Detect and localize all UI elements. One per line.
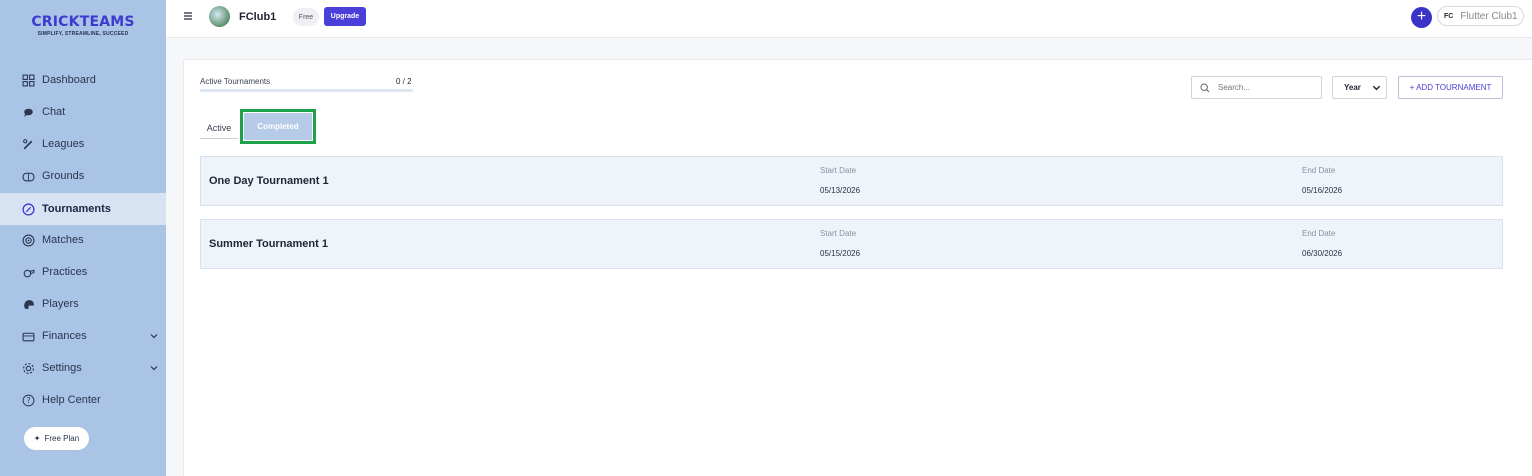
year-select[interactable]: Year [1332,76,1387,99]
sidebar-item-chat[interactable]: Chat [0,96,166,128]
sidebar-item-help-center[interactable]: ? Help Center [0,384,166,416]
active-tournaments-label: Active Tournaments [200,77,271,86]
year-select-label: Year [1344,83,1361,92]
end-date-label: End Date [1302,166,1336,175]
sidebar-item-dashboard[interactable]: Dashboard [0,64,166,96]
sidebar-item-label: Tournaments [42,203,111,215]
tab-completed[interactable]: Completed [244,113,312,140]
search-icon [1200,82,1210,92]
chevron-down-icon[interactable] [149,331,159,341]
tournament-name: One Day Tournament 1 [209,175,329,187]
hamburger-menu-icon[interactable] [183,11,195,21]
whistle-icon [22,266,35,279]
chevron-down-icon[interactable] [149,363,159,373]
plan-badge: Free [293,8,319,26]
logo[interactable]: CRICKTEAMS SIMPLIFY, STREAMLINE, SUCCEED [0,14,166,37]
bat-ball-icon [22,138,35,151]
sidebar-item-tournaments[interactable]: Tournaments [0,193,166,225]
sidebar-item-label: Leagues [42,138,85,150]
active-tournaments-progress [200,89,413,92]
top-bar: FClub1 Free Upgrade + FC Flutter Club1 [166,0,1532,38]
account-name: Flutter Club1 [1460,10,1518,22]
start-date-value: 05/13/2026 [820,186,861,195]
club-name[interactable]: FClub1 [239,11,276,23]
tournament-row[interactable]: One Day Tournament 1 Start Date 05/13/20… [200,156,1503,206]
sidebar-item-label: Settings [42,362,82,374]
end-date-label: End Date [1302,229,1336,238]
logo-title: CRICKTEAMS [31,14,135,30]
sidebar-item-label: Help Center [42,394,101,406]
tournaments-panel: Active Tournaments 0 / 2 Active Complete… [183,59,1532,476]
ground-icon [22,170,35,183]
tournament-row[interactable]: Summer Tournament 1 Start Date 05/15/202… [200,219,1503,269]
start-date-label: Start Date [820,166,857,175]
active-tournaments-count: 0 / 2 [396,77,412,86]
tournament-name: Summer Tournament 1 [209,238,328,250]
sidebar-item-grounds[interactable]: Grounds [0,160,166,192]
helmet-icon [22,298,35,311]
help-circle-icon: ? [22,394,35,407]
sidebar-item-label: Matches [42,234,84,246]
sidebar-item-finances[interactable]: Finances [0,320,166,352]
start-date-value: 05/15/2026 [820,249,861,258]
upgrade-button[interactable]: Upgrade [324,7,366,26]
club-avatar[interactable] [209,6,230,27]
start-date-label: Start Date [820,229,857,238]
sidebar-item-practices[interactable]: Practices [0,256,166,288]
sidebar-item-label: Grounds [42,170,85,182]
tab-active[interactable]: Active [200,117,238,139]
chat-bubble-icon [22,106,35,119]
sidebar-item-label: Chat [42,106,66,118]
add-tournament-button[interactable]: + ADD TOURNAMENT [1398,76,1503,99]
sidebar-item-label: Dashboard [42,74,96,86]
gear-icon [22,362,35,375]
sidebar-item-leagues[interactable]: Leagues [0,128,166,160]
sidebar-item-players[interactable]: Players [0,288,166,320]
end-date-value: 06/30/2026 [1302,249,1343,258]
logo-tagline: SIMPLIFY, STREAMLINE, SUCCEED [37,31,129,37]
sidebar-item-matches[interactable]: Matches [0,224,166,256]
sidebar-item-label: Players [42,298,79,310]
sidebar-item-label: Finances [42,330,87,342]
free-plan-button[interactable]: ✦ Free Plan [24,427,89,450]
free-plan-label: Free Plan [44,434,80,443]
wallet-icon [22,330,35,343]
sidebar-item-label: Practices [42,266,88,278]
compass-icon [22,202,35,216]
add-button[interactable]: + [1411,7,1432,28]
svg-text:?: ? [26,396,30,405]
sparkle-icon: ✦ [33,434,41,443]
search-input[interactable] [1218,83,1313,92]
search-box[interactable] [1191,76,1322,99]
sidebar-item-settings[interactable]: Settings [0,352,166,384]
account-initials: FC [1444,12,1454,20]
sidebar: CRICKTEAMS SIMPLIFY, STREAMLINE, SUCCEED… [0,0,166,476]
target-icon [22,234,35,247]
chevron-down-icon [1372,85,1381,91]
end-date-value: 05/16/2026 [1302,186,1343,195]
account-switcher[interactable]: FC Flutter Club1 [1437,6,1524,26]
grid-icon [22,74,35,87]
